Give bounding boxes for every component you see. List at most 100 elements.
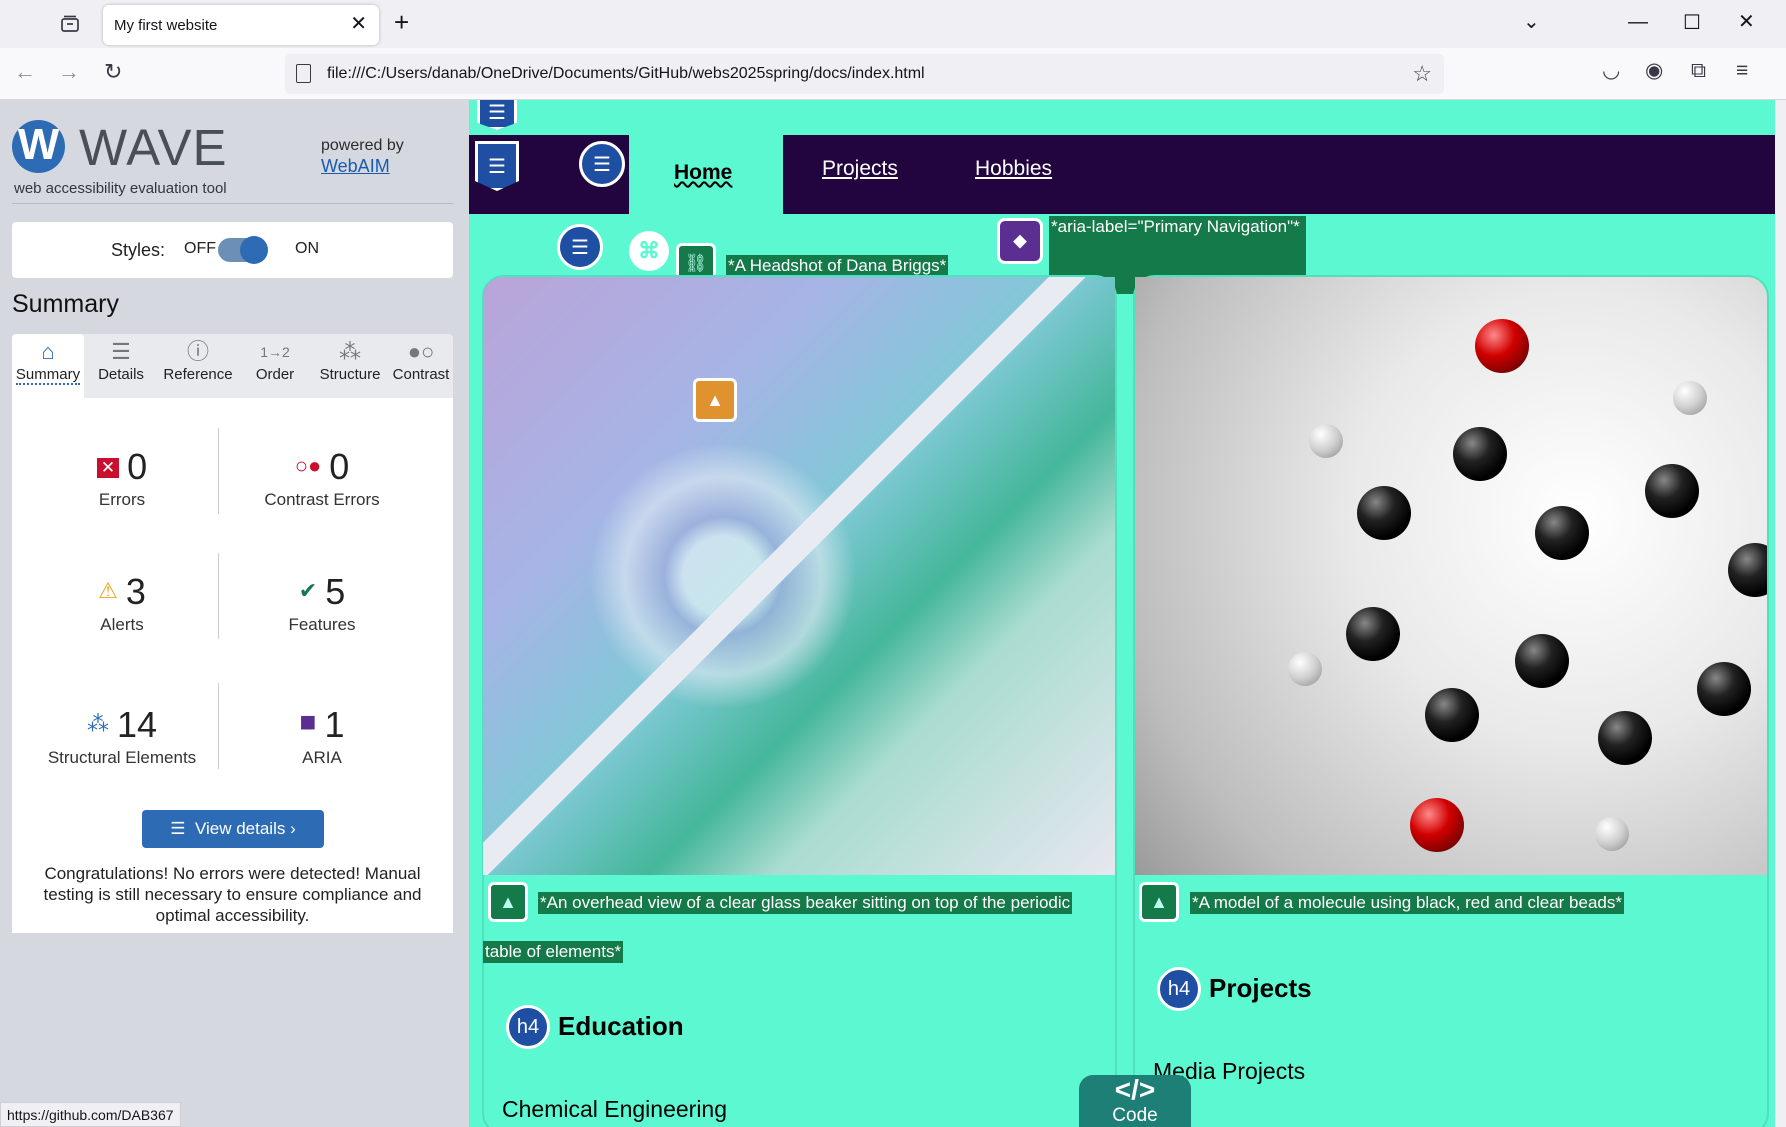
code-label: Code	[1112, 1105, 1158, 1126]
aria-icon[interactable]: ☰	[477, 100, 517, 130]
errors-stat[interactable]: ✕ 0 Errors	[22, 446, 222, 510]
tab-list-icon[interactable]	[50, 9, 90, 39]
atom	[1673, 381, 1707, 415]
aria-label-tag-icon[interactable]: ⬥	[997, 218, 1043, 264]
github-icon[interactable]: ⌘	[629, 231, 669, 271]
powered-by: powered by WebAIM	[321, 136, 404, 178]
info-icon: ⓘ	[186, 339, 209, 364]
image-alt-icon[interactable]: ▲	[1139, 882, 1179, 922]
structure-icon: ⁂	[339, 339, 361, 364]
atom	[1645, 464, 1699, 518]
status-bar-url: https://github.com/DAB367	[0, 1102, 181, 1127]
structural-stat[interactable]: ⁂ 14 Structural Elements	[22, 704, 222, 768]
tab-label: Contrast	[392, 366, 450, 383]
projects-heading: Projects	[1209, 973, 1312, 1003]
styles-toggle[interactable]	[218, 236, 268, 264]
pocket-icon[interactable]: ◡	[1602, 59, 1620, 83]
aria-stat[interactable]: ■ 1 ARIA	[222, 704, 422, 768]
tab-details[interactable]: ☰ Details	[86, 334, 156, 398]
maximize-icon[interactable]: ☐	[1683, 11, 1701, 35]
errors-count: 0	[127, 446, 148, 487]
tab-label: Structure	[319, 366, 381, 383]
website-viewport: ☰ ☰ ☰ Home Projects Hobbies ☰ ⌘ ⛓ *A Hea…	[469, 100, 1775, 1127]
tab-reference[interactable]: ⓘ Reference	[158, 334, 238, 398]
alert-icon: ⚠	[98, 578, 118, 603]
powered-by-text: powered by	[321, 137, 404, 154]
view-details-button[interactable]: ☰ View details ›	[142, 810, 324, 848]
contrast-errors-stat[interactable]: ○● 0 Contrast Errors	[222, 446, 422, 510]
features-stat[interactable]: ✔ 5 Features	[222, 571, 422, 635]
aria-label: ARIA	[302, 748, 342, 767]
minimize-icon[interactable]: —	[1628, 10, 1648, 34]
scrollbar[interactable]	[1775, 100, 1786, 1127]
browser-tabstrip: My first website ✕ + ⌄ — ☐ ✕	[0, 0, 1786, 48]
h4-icon[interactable]: h4	[1157, 967, 1201, 1011]
list-icon: ☰	[111, 339, 131, 364]
list-icon: ☰	[170, 819, 195, 838]
alerts-stat[interactable]: ⚠ 3 Alerts	[22, 571, 222, 635]
image-alt-icon[interactable]: ▲	[488, 882, 528, 922]
extensions-icon[interactable]: ⧉	[1691, 59, 1706, 83]
tab-label: Order	[255, 366, 295, 383]
code-icon: </>	[1114, 1074, 1156, 1105]
atom	[1697, 662, 1751, 716]
menu-icon[interactable]: ≡	[1736, 59, 1748, 83]
education-heading: Education	[558, 1011, 684, 1041]
styles-on-label: ON	[295, 240, 319, 257]
molecule-model-image	[1135, 277, 1767, 875]
feature-check-icon: ✔	[298, 578, 318, 603]
h4-icon[interactable]: h4	[506, 1005, 550, 1049]
page-icon	[296, 64, 311, 83]
tab-contrast[interactable]: ●○ Contrast	[386, 334, 456, 398]
forward-arrow-icon[interactable]: →	[58, 60, 80, 84]
alerts-label: Alerts	[100, 615, 144, 634]
wave-logo-icon: W	[12, 120, 65, 173]
contrast-error-icon: ○●	[294, 453, 322, 478]
features-label: Features	[288, 615, 356, 634]
nav-home-item[interactable]: Home	[629, 135, 783, 214]
contrast-icon: ●○	[407, 339, 435, 364]
beaker-alt-label-2: table of elements*	[483, 941, 624, 963]
aria-icon[interactable]: ☰	[475, 141, 519, 191]
aria-icon: ■	[299, 706, 317, 737]
reload-icon[interactable]: ↻	[104, 60, 122, 84]
tab-label: Summary	[15, 366, 81, 385]
atom	[1410, 798, 1464, 852]
atom	[1425, 688, 1479, 742]
atom	[1728, 543, 1767, 597]
new-tab-button[interactable]: +	[394, 8, 409, 36]
alert-image-icon[interactable]: ▲	[693, 378, 737, 422]
divider	[12, 203, 453, 204]
code-button[interactable]: </> Code	[1079, 1075, 1191, 1127]
atom	[1309, 424, 1343, 458]
features-count: 5	[325, 571, 346, 612]
tab-structure[interactable]: ⁂ Structure	[310, 334, 390, 398]
nav-hobbies-link[interactable]: Hobbies	[975, 157, 1052, 181]
atom	[1346, 607, 1400, 661]
nav-home-link[interactable]: Home	[674, 161, 732, 185]
browser-navbar: ← → ↻ file:///C:/Users/danab/OneDrive/Do…	[0, 48, 1786, 100]
list-icon[interactable]: ☰	[557, 224, 603, 270]
atom	[1598, 711, 1652, 765]
atom	[1535, 506, 1589, 560]
primary-navigation: ☰ ☰ Home Projects Hobbies	[469, 135, 1775, 214]
close-tab-icon[interactable]: ✕	[350, 14, 367, 34]
wave-title: WAVE	[79, 119, 228, 176]
bookmark-star-icon[interactable]: ☆	[1412, 61, 1432, 87]
webaim-link[interactable]: WebAIM	[321, 156, 390, 176]
styles-off-label: OFF	[184, 240, 216, 257]
nav-projects-link[interactable]: Projects	[822, 157, 898, 181]
tab-summary[interactable]: ⌂ Summary	[12, 334, 84, 398]
tab-label: Details	[98, 366, 144, 383]
url-bar[interactable]: file:///C:/Users/danab/OneDrive/Document…	[285, 54, 1444, 94]
url-text[interactable]: file:///C:/Users/danab/OneDrive/Document…	[327, 65, 925, 83]
browser-tab-active[interactable]: My first website ✕	[103, 5, 379, 45]
list-icon[interactable]: ☰	[579, 141, 625, 187]
back-arrow-icon[interactable]: ←	[14, 60, 36, 84]
close-window-icon[interactable]: ✕	[1738, 10, 1755, 34]
atom	[1595, 817, 1629, 851]
chevron-down-icon[interactable]: ⌄	[1523, 10, 1540, 34]
tab-order[interactable]: 1→2 Order	[242, 334, 308, 398]
styles-toggle-box: Styles: OFF ON	[12, 222, 453, 278]
account-icon[interactable]: ◉	[1645, 59, 1663, 83]
